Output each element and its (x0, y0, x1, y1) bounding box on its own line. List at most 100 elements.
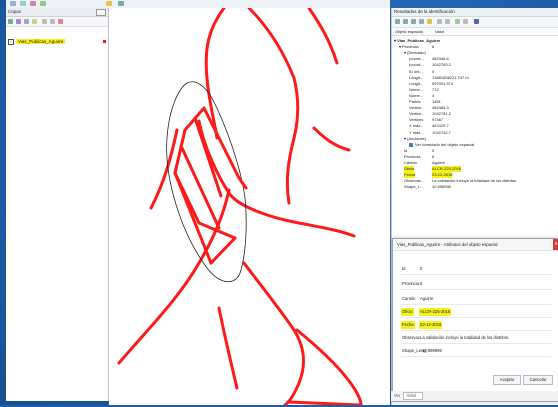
road-line (285, 136, 296, 205)
attribute-value[interactable]: Aguirre (419, 295, 435, 303)
layer-visibility-checkbox[interactable]: ✓ (8, 38, 14, 45)
help-icon[interactable] (474, 19, 479, 24)
identify-row[interactable]: Núme... 772 (392, 87, 558, 93)
identify-row[interactable]: Núme... 4 (392, 93, 558, 99)
identify-row-value: Aguirre (432, 160, 445, 165)
collapse-tree-icon[interactable] (403, 19, 408, 24)
identify-row[interactable]: Cantón Aguirre (392, 160, 558, 166)
attribute-label: Cantón (402, 296, 416, 301)
identify-row-value: 0 (432, 68, 435, 74)
identify-row[interactable]: Provincia 6 (392, 154, 558, 160)
identify-row-value: 772 (432, 86, 439, 92)
identify-row[interactable]: Oficio ALCR-225-2016 (392, 166, 558, 173)
identify-row-key: Vertice... (409, 105, 425, 111)
dialog-title-bar: Vias_Publicas_Aguirre - Atributos del ob… (393, 239, 558, 251)
identify-row-value: La validación incluye la totalidad de lo… (432, 178, 518, 184)
identify-row[interactable]: ID del... 0 (392, 69, 558, 75)
identify-row[interactable]: Vertices 97467 (392, 117, 558, 123)
measure-icon[interactable] (118, 1, 124, 6)
identify-row[interactable]: ▾ (Acciones) (392, 136, 558, 142)
settings-icon[interactable] (463, 19, 468, 24)
identify-row[interactable]: Longit... 997001,574 (392, 81, 558, 87)
field-divider (401, 343, 551, 344)
add-group-icon[interactable] (16, 19, 21, 24)
filter-legend-icon[interactable] (32, 19, 37, 24)
identify-row[interactable]: Partes 1451 (392, 99, 558, 105)
attribute-value[interactable]: 0 (419, 265, 423, 273)
copy-feature-icon[interactable] (437, 19, 442, 24)
identify-row-key: Longit... (409, 74, 424, 80)
identify-row-key: Núme... (409, 92, 424, 98)
identify-row-key: Y máx... (409, 129, 424, 135)
identify-row[interactable]: ▾ Vias_Publicas_Aguirre (392, 38, 558, 44)
identify-row-key: ▾ Vias_Publicas_Aguirre (394, 38, 441, 43)
identify-row[interactable]: (coord... 482446.6 (392, 56, 558, 62)
attribute-value[interactable]: ALCR-225-2016 (419, 308, 452, 316)
identify-row[interactable]: Vertice... 1042781.2 (392, 111, 558, 117)
collapse-all-icon[interactable] (50, 19, 55, 24)
expand-tree-icon[interactable] (395, 19, 400, 24)
road-line (209, 236, 237, 265)
attribute-label: Provincia (402, 281, 420, 286)
identify-row-key: ▾ (Derivado) (404, 50, 426, 56)
identify-row-key: Vertice... (409, 111, 425, 117)
identify-row-key: Fecha (404, 172, 416, 179)
panel-float-button[interactable] (96, 9, 106, 16)
identify-row-key: Partes (409, 99, 421, 104)
identify-row[interactable]: Vertice... 482484.3 (392, 105, 558, 111)
pan-icon[interactable] (30, 1, 36, 6)
attribute-field-row: Cantón Aguirre (401, 295, 551, 305)
identify-row[interactable]: Observac... La validación incluye la tota… (392, 178, 558, 184)
identify-row[interactable]: Ver formulario del objeto espacial (392, 142, 558, 148)
identify-row[interactable]: Shape_L... 10,998996 (392, 184, 558, 190)
layer-item-vias[interactable]: ✓ Vias_Publicas_Aguirre (8, 38, 107, 45)
attribute-value[interactable]: La validación incluye la totalidad de lo… (419, 334, 510, 342)
open-project-icon[interactable] (10, 1, 16, 6)
zoom-in-icon[interactable] (40, 1, 46, 6)
save-project-icon[interactable] (20, 1, 26, 6)
view-mode-label: Ver (394, 393, 401, 398)
attribute-value[interactable]: 23-12-2016 (419, 321, 443, 329)
print-icon[interactable] (445, 19, 450, 24)
identify-row[interactable]: Longit... 13681656221,747 m (392, 75, 558, 81)
attribute-value[interactable]: 10,998996 (421, 347, 443, 355)
form-icon[interactable] (409, 142, 413, 147)
map-canvas[interactable] (109, 6, 390, 407)
identify-mode-icon[interactable] (427, 19, 432, 24)
view-mode-select[interactable]: Árbol (403, 392, 424, 400)
layers-toolbar (6, 17, 108, 27)
road-line (242, 261, 306, 407)
attribute-label: Fecha (401, 321, 415, 329)
close-icon[interactable]: x (553, 239, 558, 250)
identify-row[interactable]: Id 0 (392, 148, 558, 154)
identify-row-value: 23-12-2016 (432, 172, 453, 179)
layer-name: Vias_Publicas_Aguirre (16, 39, 66, 44)
cancel-button[interactable]: Cancelar (523, 375, 553, 385)
identify-row[interactable]: Fecha 23-12-2016 (392, 172, 558, 179)
identify-icon[interactable] (106, 1, 112, 6)
identify-row-value: 10,998996 (432, 184, 451, 190)
identify-row[interactable]: ▾ (Derivado) (392, 50, 558, 56)
identify-row[interactable]: ▾ Provincia 6 (392, 44, 558, 50)
road-line (247, 6, 300, 140)
clear-results-icon[interactable] (419, 19, 424, 24)
attribute-value[interactable]: 6 (419, 280, 423, 288)
identify-row[interactable]: Y máx... 1042742.7 (392, 130, 558, 136)
view-mode-bar: Ver Árbol (391, 391, 558, 401)
select-features-icon[interactable] (455, 19, 460, 24)
field-divider (401, 330, 551, 331)
identify-row-key: Id (404, 147, 408, 153)
identify-row-value: 4 (432, 92, 435, 98)
field-divider (401, 274, 551, 275)
layer-style-icon[interactable] (8, 19, 13, 24)
identify-row[interactable]: X máx... 482429.7 (392, 123, 558, 129)
identify-row[interactable]: (coord... 1042763.2 (392, 62, 558, 68)
remove-layer-icon[interactable] (58, 19, 63, 24)
identify-row-value: 1042781.2 (432, 111, 451, 117)
identify-row-key: Observac... (404, 178, 425, 184)
expand-new-icon[interactable] (411, 19, 416, 24)
expand-all-icon[interactable] (42, 19, 47, 24)
accept-button[interactable]: Aceptar (493, 375, 521, 385)
dialog-title: Vias_Publicas_Aguirre - Atributos del ob… (397, 242, 498, 247)
manage-map-themes-icon[interactable] (24, 19, 29, 24)
